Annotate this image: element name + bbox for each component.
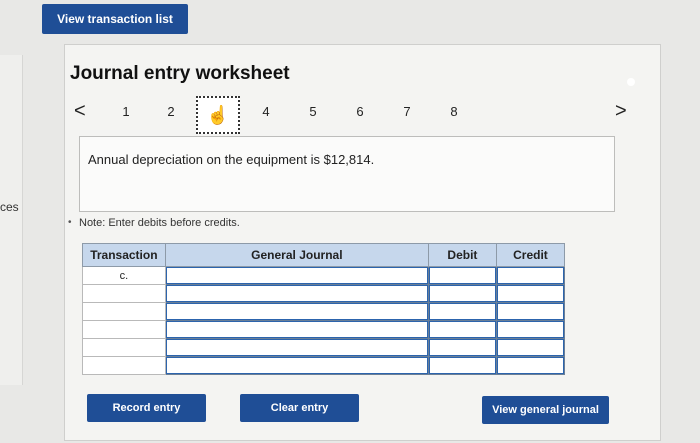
journal-table: Transaction General Journal Debit Credit… [82, 243, 566, 375]
transaction-cell [82, 302, 166, 321]
panel-dot [627, 78, 635, 86]
record-entry-button[interactable]: Record entry [87, 394, 206, 422]
account-input[interactable] [164, 284, 429, 303]
account-input[interactable] [164, 320, 429, 339]
note-text: Note: Enter debits before credits. [79, 217, 240, 229]
view-transaction-list-button[interactable]: View transaction list [42, 4, 188, 34]
table-row [82, 356, 566, 375]
account-input[interactable] [164, 338, 429, 357]
account-input[interactable] [164, 356, 429, 375]
page-6[interactable]: 6 [352, 104, 368, 119]
transaction-cell: c. [82, 266, 166, 285]
credit-input[interactable] [495, 266, 566, 285]
debit-input[interactable] [427, 266, 497, 285]
table-row [82, 320, 566, 339]
page-5[interactable]: 5 [305, 104, 321, 119]
transaction-cell [82, 338, 166, 357]
debit-input[interactable] [427, 284, 497, 303]
view-general-journal-button[interactable]: View general journal [482, 396, 609, 424]
clear-entry-button[interactable]: Clear entry [240, 394, 359, 422]
left-edge-label: ces [0, 200, 19, 214]
transaction-cell [82, 320, 166, 339]
page-title: Journal entry worksheet [70, 63, 290, 84]
table-row [82, 302, 566, 321]
credit-input[interactable] [495, 356, 566, 375]
worksheet-pagination: < 1 2 ☝ 4 5 6 7 8 > [0, 96, 700, 136]
next-arrow-icon[interactable]: > [615, 100, 627, 123]
page-3-active[interactable]: ☝ [196, 96, 240, 134]
debit-input[interactable] [427, 338, 497, 357]
transaction-description: Annual depreciation on the equipment is … [88, 152, 375, 167]
prev-arrow-icon[interactable]: < [74, 100, 86, 123]
credit-input[interactable] [495, 320, 566, 339]
table-row [82, 338, 566, 357]
credit-input[interactable] [495, 302, 566, 321]
table-row: c. [82, 266, 566, 285]
header-credit: Credit [495, 243, 566, 267]
page-1[interactable]: 1 [118, 104, 134, 119]
page-7[interactable]: 7 [399, 104, 415, 119]
credit-input[interactable] [495, 284, 566, 303]
header-transaction: Transaction [82, 243, 166, 267]
hand-cursor-icon: ☝ [206, 104, 230, 125]
debit-input[interactable] [427, 320, 497, 339]
transaction-description-box: Annual depreciation on the equipment is … [79, 136, 615, 212]
page-2[interactable]: 2 [163, 104, 179, 119]
note-bullet-icon: • [68, 217, 72, 228]
transaction-cell [82, 356, 166, 375]
credit-input[interactable] [495, 338, 566, 357]
page-4[interactable]: 4 [258, 104, 274, 119]
debit-input[interactable] [427, 356, 497, 375]
table-row [82, 284, 566, 303]
header-debit: Debit [427, 243, 497, 267]
account-input[interactable] [164, 302, 429, 321]
account-input[interactable] [164, 266, 429, 285]
page-8[interactable]: 8 [446, 104, 462, 119]
debit-input[interactable] [427, 302, 497, 321]
transaction-cell [82, 284, 166, 303]
header-general-journal: General Journal [164, 243, 429, 267]
